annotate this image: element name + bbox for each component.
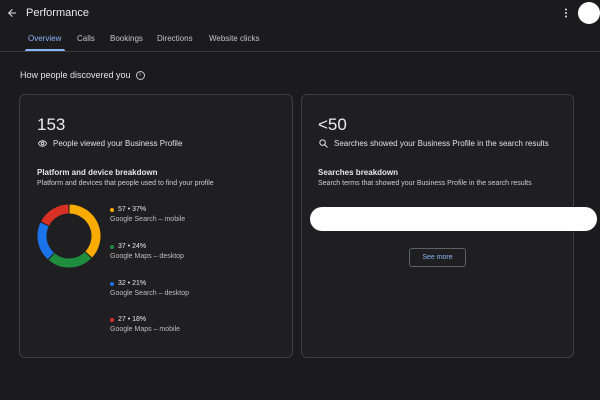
active-tab-indicator bbox=[25, 49, 65, 51]
top-app-bar: Performance bbox=[0, 0, 600, 28]
legend-stat: 37 • 24% bbox=[118, 243, 147, 250]
avatar[interactable] bbox=[578, 2, 600, 24]
legend-item: 37 • 24% Google Maps – desktop bbox=[110, 243, 184, 260]
legend-item: 32 • 21% Google Search – desktop bbox=[110, 280, 189, 297]
legend-label: Google Maps – desktop bbox=[110, 253, 184, 260]
see-more-button[interactable]: See more bbox=[409, 248, 466, 267]
tab-calls[interactable]: Calls bbox=[77, 34, 95, 43]
legend-label: Google Search – desktop bbox=[110, 290, 189, 297]
info-icon[interactable]: i bbox=[135, 70, 145, 80]
tab-website-clicks[interactable]: Website clicks bbox=[209, 34, 260, 43]
legend-dot bbox=[110, 244, 114, 249]
searches-breakdown-desc: Search terms that showed your Business P… bbox=[318, 180, 532, 187]
redacted-search-terms bbox=[310, 207, 597, 231]
legend-item: 27 • 18% Google Maps – mobile bbox=[110, 316, 180, 333]
more-options-button[interactable] bbox=[558, 5, 574, 21]
tab-bar: Overview Calls Bookings Directions Websi… bbox=[0, 28, 600, 52]
profile-views-card: 153 People viewed your Business Profile … bbox=[19, 94, 293, 358]
tab-overview[interactable]: Overview bbox=[28, 34, 61, 43]
platform-breakdown-desc: Platform and devices that people used to… bbox=[37, 180, 214, 187]
platform-breakdown-title: Platform and device breakdown bbox=[37, 168, 158, 177]
section-title-text: How people discovered you bbox=[20, 70, 131, 80]
back-button[interactable] bbox=[4, 5, 20, 21]
section-heading: How people discovered you i bbox=[20, 70, 145, 80]
legend-item: 57 • 37% Google Search – mobile bbox=[110, 206, 185, 223]
legend-dot bbox=[110, 317, 114, 322]
legend-stat: 57 • 37% bbox=[118, 206, 147, 213]
profile-views-label-row: People viewed your Business Profile bbox=[37, 138, 182, 149]
donut-segment bbox=[37, 222, 55, 260]
donut-segment bbox=[69, 204, 101, 258]
arrow-left-icon bbox=[8, 9, 16, 17]
search-appearances-card: <50 Searches showed your Business Profil… bbox=[301, 94, 597, 358]
search-count-label-row: Searches showed your Business Profile in… bbox=[318, 138, 549, 149]
tab-directions[interactable]: Directions bbox=[157, 34, 193, 43]
donut-segment bbox=[41, 204, 69, 226]
platform-donut-chart bbox=[37, 204, 101, 268]
search-count-label: Searches showed your Business Profile in… bbox=[334, 139, 549, 148]
profile-views-count: 153 bbox=[37, 115, 66, 134]
searches-breakdown-title: Searches breakdown bbox=[318, 168, 399, 177]
search-icon bbox=[319, 139, 328, 148]
legend-label: Google Search – mobile bbox=[110, 216, 186, 223]
legend-dot bbox=[110, 281, 114, 286]
tab-bookings[interactable]: Bookings bbox=[110, 34, 143, 43]
eye-icon bbox=[37, 140, 48, 147]
profile-views-label: People viewed your Business Profile bbox=[53, 139, 183, 148]
legend-dot bbox=[110, 207, 114, 212]
more-vert-icon bbox=[565, 8, 567, 18]
legend-stat: 32 • 21% bbox=[118, 280, 147, 287]
page-title: Performance bbox=[26, 7, 89, 19]
donut-segment bbox=[48, 251, 92, 268]
legend-label: Google Maps – mobile bbox=[110, 326, 181, 333]
search-count: <50 bbox=[318, 115, 347, 134]
legend-stat: 27 • 18% bbox=[118, 316, 147, 323]
